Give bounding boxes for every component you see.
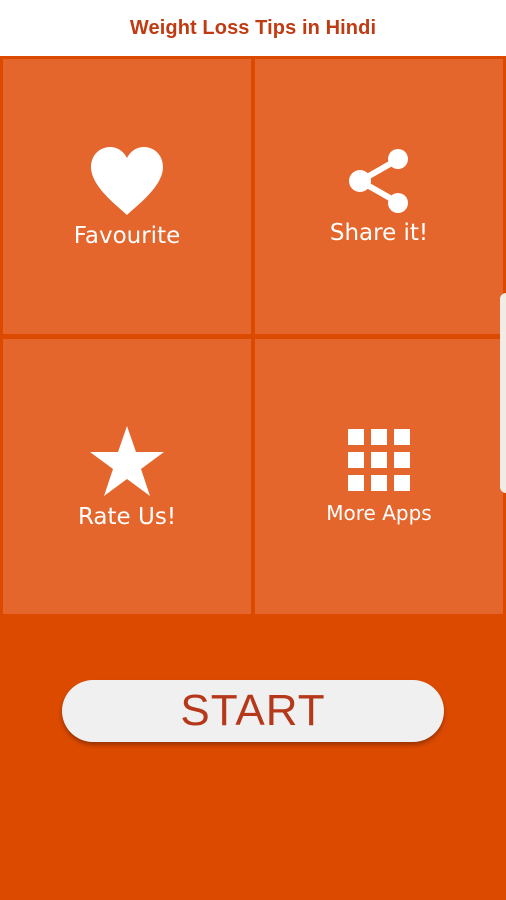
rate-label: Rate Us! (77, 503, 177, 530)
start-label: START (180, 686, 326, 735)
app-title: Weight Loss Tips in Hindi (129, 16, 377, 39)
star-icon (89, 424, 165, 498)
more-apps-tile[interactable]: More Apps (255, 339, 503, 614)
rate-tile[interactable]: Rate Us! (3, 339, 251, 614)
favourite-label: Favourite (73, 222, 181, 249)
grid-icon (348, 428, 410, 491)
favourite-tile[interactable]: Favourite (3, 59, 251, 334)
app-title-bar: Weight Loss Tips in Hindi (0, 0, 506, 56)
share-tile[interactable]: Share it! (255, 59, 503, 334)
menu-grid: Favourite Share it! Rate Us! More Apps (0, 56, 506, 616)
share-label: Share it! (329, 219, 429, 246)
share-icon (347, 148, 411, 214)
more-apps-label: More Apps (326, 500, 432, 525)
start-button[interactable]: START (62, 680, 444, 742)
heart-icon (89, 145, 165, 217)
edge-panel-handle[interactable] (500, 293, 506, 493)
